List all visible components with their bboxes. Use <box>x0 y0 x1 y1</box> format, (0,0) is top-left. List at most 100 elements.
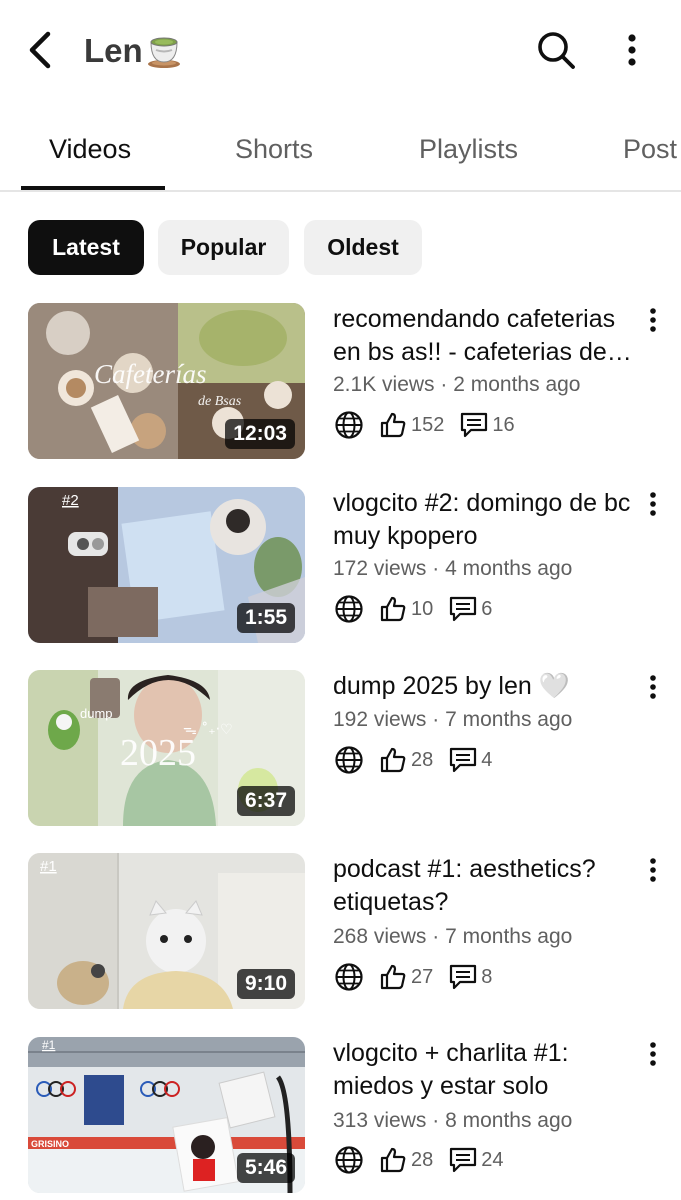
upload-age: 4 months ago <box>445 557 573 580</box>
video-title-text: vlogcito + charlita #1: miedos y estar s… <box>333 1039 569 1100</box>
like-count: 152 <box>411 413 445 436</box>
comment-count: 24 <box>481 1148 504 1171</box>
more-options-button[interactable] <box>614 28 650 72</box>
video-stats: 10 6 <box>333 593 506 625</box>
comment-icon[interactable] <box>447 961 479 993</box>
teacup-icon <box>148 37 180 68</box>
thumbs-up-icon[interactable] <box>377 961 409 993</box>
video-thumbnail[interactable]: #1 9:10 <box>28 853 305 1009</box>
comment-icon[interactable] <box>447 744 479 776</box>
video-stats: 27 8 <box>333 961 506 993</box>
video-title-text: recomendando cafeterias en bs as!! - caf… <box>333 305 616 366</box>
globe-icon <box>333 593 365 625</box>
video-item[interactable]: #2 1:55 vlogcito #2: domingo de bc muy k… <box>0 487 681 645</box>
video-duration: 9:10 <box>236 969 295 999</box>
video-item[interactable]: #1 9:10 podcast #1: aesthetics? etiqueta… <box>0 853 681 1011</box>
video-thumbnail[interactable]: Cafeterías de Bsas 12:03 <box>28 303 305 459</box>
meta-separator: · <box>432 708 440 731</box>
vertical-dots-icon <box>650 308 656 332</box>
comment-count: 4 <box>481 748 493 771</box>
tab-playlists[interactable]: Playlists <box>419 134 518 165</box>
thumb-title-text: 2025 <box>120 732 196 774</box>
video-thumbnail[interactable]: 2025 dump ᯓ ˚₊‧♡ 6:37 <box>28 670 305 826</box>
video-more-button[interactable] <box>640 303 666 337</box>
search-icon <box>538 32 575 69</box>
tab-shorts[interactable]: Shorts <box>235 134 313 165</box>
vertical-dots-icon <box>650 675 656 699</box>
globe-icon <box>333 1144 365 1176</box>
video-title[interactable]: dump 2025 by len 🤍 <box>333 670 633 703</box>
channel-name: Len <box>84 32 143 69</box>
chevron-left-icon <box>29 31 51 69</box>
video-thumbnail[interactable]: #2 1:55 <box>28 487 305 643</box>
upload-age: 7 months ago <box>445 925 573 948</box>
like-count: 10 <box>411 597 434 620</box>
video-item[interactable]: #1 GRISINO 5:46 vlogcito + charlita #1: … <box>0 1037 681 1195</box>
vertical-dots-icon <box>628 34 636 66</box>
video-meta: 192 views · 7 months ago <box>333 708 572 732</box>
thumb-banner-text: GRISINO <box>31 1139 69 1149</box>
video-duration: 12:03 <box>225 419 295 449</box>
video-item[interactable]: Cafeterías de Bsas 12:03 recomendando ca… <box>0 303 681 461</box>
meta-separator: · <box>440 373 448 396</box>
vertical-dots-icon <box>650 492 656 516</box>
thumb-episode-text: #1 <box>40 858 57 875</box>
video-item[interactable]: 2025 dump ᯓ ˚₊‧♡ 6:37 dump 2025 by len 🤍… <box>0 670 681 828</box>
video-title-text: vlogcito #2: domingo de bc muy kpopero <box>333 489 631 550</box>
chip-latest[interactable]: Latest <box>28 220 144 275</box>
video-title-text: podcast #1: aesthetics? etiquetas? <box>333 855 596 916</box>
thumbs-up-icon[interactable] <box>377 409 409 441</box>
thumbs-up-icon[interactable] <box>377 593 409 625</box>
back-button[interactable] <box>22 30 58 70</box>
chip-popular[interactable]: Popular <box>158 220 289 275</box>
video-more-button[interactable] <box>640 487 666 521</box>
video-stats: 152 16 <box>333 409 529 441</box>
globe-icon <box>333 409 365 441</box>
tab-posts[interactable]: Post <box>623 134 677 165</box>
video-duration: 5:46 <box>236 1153 295 1183</box>
comment-count: 16 <box>492 413 515 436</box>
comment-count: 6 <box>481 597 493 620</box>
vertical-dots-icon <box>650 858 656 882</box>
video-more-button[interactable] <box>640 853 666 887</box>
video-title[interactable]: recomendando cafeterias en bs as!! - caf… <box>333 303 633 369</box>
video-stats: 28 4 <box>333 744 506 776</box>
view-count: 192 views <box>333 708 427 731</box>
top-app-bar: Len <box>0 0 681 100</box>
active-tab-indicator <box>21 186 165 190</box>
thumbs-up-icon[interactable] <box>377 1144 409 1176</box>
video-more-button[interactable] <box>640 670 666 704</box>
view-count: 313 views <box>333 1109 427 1132</box>
upload-age: 7 months ago <box>445 708 573 731</box>
comment-icon[interactable] <box>447 593 479 625</box>
upload-age: 8 months ago <box>445 1109 573 1132</box>
comment-count: 8 <box>481 965 493 988</box>
video-duration: 6:37 <box>236 786 295 816</box>
thumb-episode-text: #2 <box>62 492 79 509</box>
video-meta: 172 views · 4 months ago <box>333 557 572 581</box>
comment-icon[interactable] <box>447 1144 479 1176</box>
meta-separator: · <box>432 925 440 948</box>
thumb-episode-text: #1 <box>42 1038 56 1052</box>
view-count: 2.1K views <box>333 373 435 396</box>
video-title[interactable]: vlogcito + charlita #1: miedos y estar s… <box>333 1037 633 1103</box>
thumb-subtitle-text: dump <box>80 706 113 721</box>
video-duration: 1:55 <box>236 603 295 633</box>
tab-videos[interactable]: Videos <box>49 134 131 165</box>
like-count: 27 <box>411 965 434 988</box>
like-count: 28 <box>411 1148 434 1171</box>
video-title[interactable]: podcast #1: aesthetics? etiquetas? <box>333 853 633 919</box>
chip-oldest[interactable]: Oldest <box>304 220 422 275</box>
video-meta: 2.1K views · 2 months ago <box>333 373 581 397</box>
video-meta: 313 views · 8 months ago <box>333 1109 572 1133</box>
view-count: 172 views <box>333 557 427 580</box>
video-more-button[interactable] <box>640 1037 666 1071</box>
video-title[interactable]: vlogcito #2: domingo de bc muy kpopero <box>333 487 633 553</box>
vertical-dots-icon <box>650 1042 656 1066</box>
meta-separator: · <box>432 557 440 580</box>
thumb-subtitle-text: de Bsas <box>198 394 242 409</box>
thumbs-up-icon[interactable] <box>377 744 409 776</box>
video-thumbnail[interactable]: #1 GRISINO 5:46 <box>28 1037 305 1193</box>
comment-icon[interactable] <box>458 409 490 441</box>
search-button[interactable] <box>534 28 578 72</box>
